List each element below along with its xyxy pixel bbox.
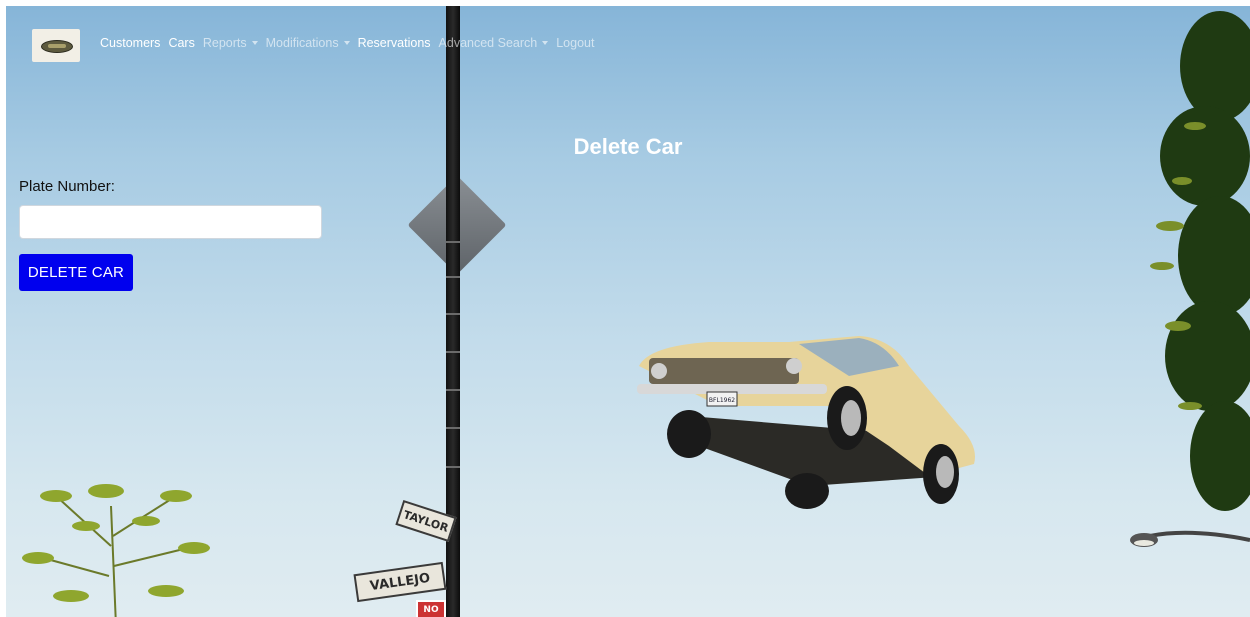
nav-reservations[interactable]: Reservations [358,36,431,50]
pole-band [446,276,460,278]
pole-band [446,466,460,468]
no-sign: NO [416,600,446,617]
caret-down-icon [343,41,350,45]
pole-band [446,241,460,243]
caret-down-icon [542,41,549,45]
pole-band [446,313,460,315]
nav-advanced-search-label: Advanced Search [438,36,538,50]
tree-left-image [16,466,216,617]
nav-links: Customers Cars Reports Modifications Res… [100,36,602,50]
nav-cars-label: Cars [168,36,195,50]
nav-reports-label: Reports [202,36,247,50]
plate-number-input[interactable] [19,205,322,239]
pole-band [446,427,460,429]
tree-right-image [1100,6,1250,546]
plate-number-label: Plate Number: [19,178,115,195]
brand-logo[interactable] [32,29,80,62]
nav-logout[interactable]: Logout [556,36,594,50]
delete-car-button[interactable]: DELETE CAR [19,254,133,291]
nav-modifications-label: Modifications [265,36,339,50]
pole-band [446,351,460,353]
nav-advanced-search-dropdown[interactable]: Advanced Search [439,36,549,50]
caret-down-icon [251,41,258,45]
car-emblem-icon [41,40,73,53]
flying-car-image: BFL1962 [629,326,989,516]
page-title: Delete Car [573,134,683,159]
license-plate-text: BFL1962 [709,397,735,404]
top-navbar: Customers Cars Reports Modifications Res… [6,6,1250,76]
vallejo-sign-text: VALLEJO [368,570,432,594]
taylor-sign-text: TAYLOR [401,507,451,535]
pole-band [446,389,460,391]
nav-reports-dropdown[interactable]: Reports [203,36,258,50]
page-frame: TAYLOR VALLEJO NO BFL1962 Customers Cars… [6,6,1250,617]
vallejo-street-sign: VALLEJO [353,561,447,603]
streetlamp-image [1130,526,1250,556]
nav-cars[interactable]: Cars [168,36,194,50]
nav-customers[interactable]: Customers [100,36,160,50]
nav-customers-label: Customers [100,36,161,50]
nav-modifications-dropdown[interactable]: Modifications [266,36,350,50]
nav-logout-label: Logout [556,36,595,50]
nav-reservations-label: Reservations [357,36,431,50]
no-sign-text: NO [423,605,439,615]
